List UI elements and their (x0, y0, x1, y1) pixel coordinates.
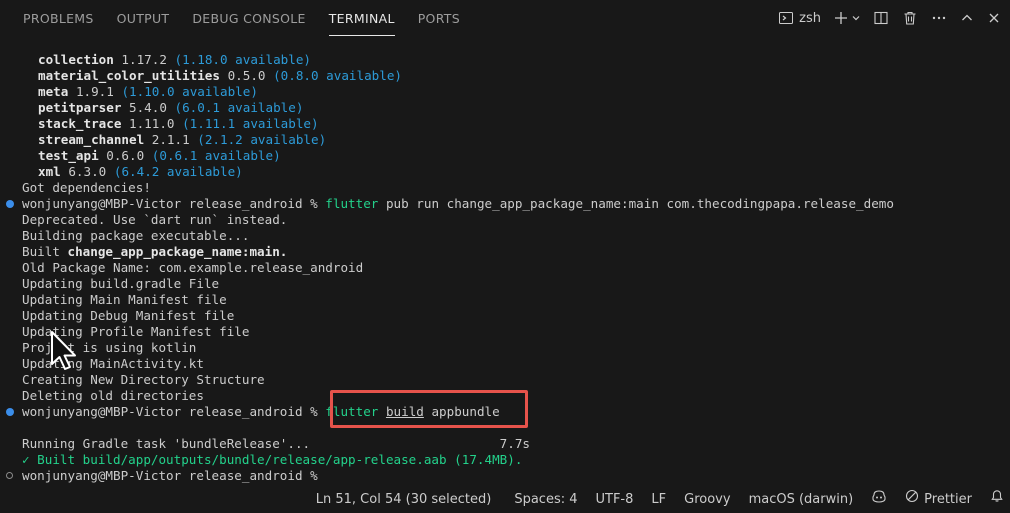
output-line: Built change_app_package_name:main. (22, 244, 287, 260)
platform[interactable]: macOS (darwin) (740, 488, 863, 512)
language-mode[interactable]: Groovy (675, 488, 739, 512)
dep-line: petitparser 5.4.0 (6.0.1 available) (38, 100, 303, 116)
split-icon (873, 10, 889, 26)
dep-name: xml (38, 164, 61, 179)
output-line: Running Gradle task 'bundleRelease'... 7… (22, 436, 530, 451)
dep-version: 0.6.0 (106, 148, 145, 163)
terminal-icon (778, 10, 794, 26)
dep-available: (1.11.1 available) (182, 116, 319, 131)
output-line: Updating build.gradle File (22, 276, 220, 291)
prompt: wonjunyang@MBP-Victor release_android % (22, 196, 326, 211)
command-args: pub run change_app_package_name:main com… (378, 196, 894, 211)
output-line: Building package executable... (22, 228, 250, 243)
dep-line: test_api 0.6.0 (0.6.1 available) (38, 148, 281, 164)
output-line: Deleting old directories (22, 388, 204, 403)
dep-version: 1.9.1 (75, 84, 114, 99)
dep-version: 0.5.0 (227, 68, 266, 83)
status-bar: Ln 51, Col 54 (30 selected) Spaces: 4 UT… (0, 488, 1010, 512)
shell-name: zsh (799, 10, 821, 26)
panel-actions: zsh (778, 0, 1010, 36)
dep-name: test_api (38, 148, 99, 163)
dep-line: xml 6.3.0 (6.4.2 available) (38, 164, 243, 180)
plus-icon (833, 10, 849, 26)
new-terminal-button[interactable] (833, 7, 849, 29)
ellipsis-icon (931, 10, 947, 26)
encoding[interactable]: UTF-8 (587, 488, 643, 512)
dep-line: meta 1.9.1 (1.10.0 available) (38, 84, 258, 100)
dep-version: 6.3.0 (68, 164, 107, 179)
output-line: Deprecated. Use `dart run` instead. (22, 212, 288, 227)
cursor-position[interactable]: Ln 51, Col 54 (30 selected) (307, 488, 501, 512)
tab-terminal[interactable]: TERMINAL (328, 0, 395, 36)
dep-line: stack_trace 1.11.0 (1.11.1 available) (38, 116, 319, 132)
dep-name: stack_trace (38, 116, 122, 131)
output-text-bold: change_app_package_name:main. (67, 244, 288, 259)
output-line: Got dependencies! (22, 180, 151, 195)
dep-available: (0.8.0 available) (273, 68, 402, 83)
bell-icon (990, 488, 1004, 512)
command-name: flutter (325, 196, 379, 211)
output-line: Updating Main Manifest file (22, 292, 227, 307)
terminal-shell-selector[interactable]: zsh (778, 7, 821, 29)
dep-available: (2.1.2 available) (197, 132, 327, 147)
dep-name: material_color_utilities (38, 68, 220, 83)
output-line: Old Package Name: com.example.release_an… (22, 260, 364, 275)
prettier-icon (905, 488, 919, 512)
dep-name: meta (38, 84, 69, 99)
dep-name: petitparser (38, 100, 122, 115)
tab-output[interactable]: OUTPUT (117, 0, 170, 36)
copilot-icon (871, 488, 887, 513)
dep-name: stream_channel (38, 132, 145, 147)
chevron-up-icon (960, 11, 974, 25)
output-line: Updating Debug Manifest file (22, 308, 235, 323)
dep-version: 1.17.2 (121, 52, 167, 67)
dep-available: (6.4.2 available) (113, 164, 243, 179)
dep-available: (0.6.1 available) (151, 148, 281, 163)
dep-line: stream_channel 2.1.1 (2.1.2 available) (38, 132, 326, 148)
highlight-box (330, 390, 528, 428)
tab-problems[interactable]: PROBLEMS (23, 0, 94, 36)
close-icon (987, 11, 1001, 25)
tab-debug-console[interactable]: DEBUG CONSOLE (192, 0, 305, 36)
dep-available: (1.10.0 available) (121, 84, 258, 99)
command-success-decoration[interactable] (6, 408, 14, 416)
prettier-status[interactable]: Prettier (896, 488, 981, 512)
tab-ports[interactable]: PORTS (418, 0, 460, 36)
command-decoration[interactable] (6, 472, 13, 479)
dep-version: 2.1.1 (151, 132, 190, 147)
close-panel-button[interactable] (987, 7, 1001, 29)
mouse-pointer-icon (49, 330, 79, 376)
command-line: wonjunyang@MBP-Victor release_android % … (22, 196, 894, 212)
copilot-status[interactable] (862, 488, 896, 512)
chevron-down-icon (851, 13, 861, 23)
maximize-panel-button[interactable] (960, 7, 974, 29)
dep-line: material_color_utilities 0.5.0 (0.8.0 av… (38, 68, 402, 84)
end-of-line[interactable]: LF (642, 488, 675, 512)
output-text: Built (22, 244, 68, 259)
dep-version: 5.4.0 (129, 100, 167, 115)
kill-terminal-button[interactable] (902, 7, 918, 29)
launch-profile-dropdown[interactable] (851, 7, 861, 29)
indentation[interactable]: Spaces: 4 (500, 488, 586, 512)
command-line: wonjunyang@MBP-Victor release_android % (22, 468, 325, 484)
dep-name: collection (38, 52, 114, 67)
trash-icon (902, 10, 918, 26)
prettier-label: Prettier (924, 492, 972, 507)
prompt: wonjunyang@MBP-Victor release_android % (22, 468, 326, 483)
notifications[interactable] (981, 488, 1010, 512)
dep-available: (1.18.0 available) (174, 52, 311, 67)
prompt: wonjunyang@MBP-Victor release_android % (22, 404, 326, 419)
command-success-decoration[interactable] (6, 200, 14, 208)
dep-line: collection 1.17.2 (1.18.0 available) (38, 52, 311, 68)
more-actions-button[interactable] (931, 7, 947, 29)
dep-available: (6.0.1 available) (174, 100, 304, 115)
build-success-line: ✓ Built build/app/outputs/bundle/release… (22, 452, 523, 467)
dep-version: 1.11.0 (129, 116, 175, 131)
split-terminal-button[interactable] (873, 7, 889, 29)
